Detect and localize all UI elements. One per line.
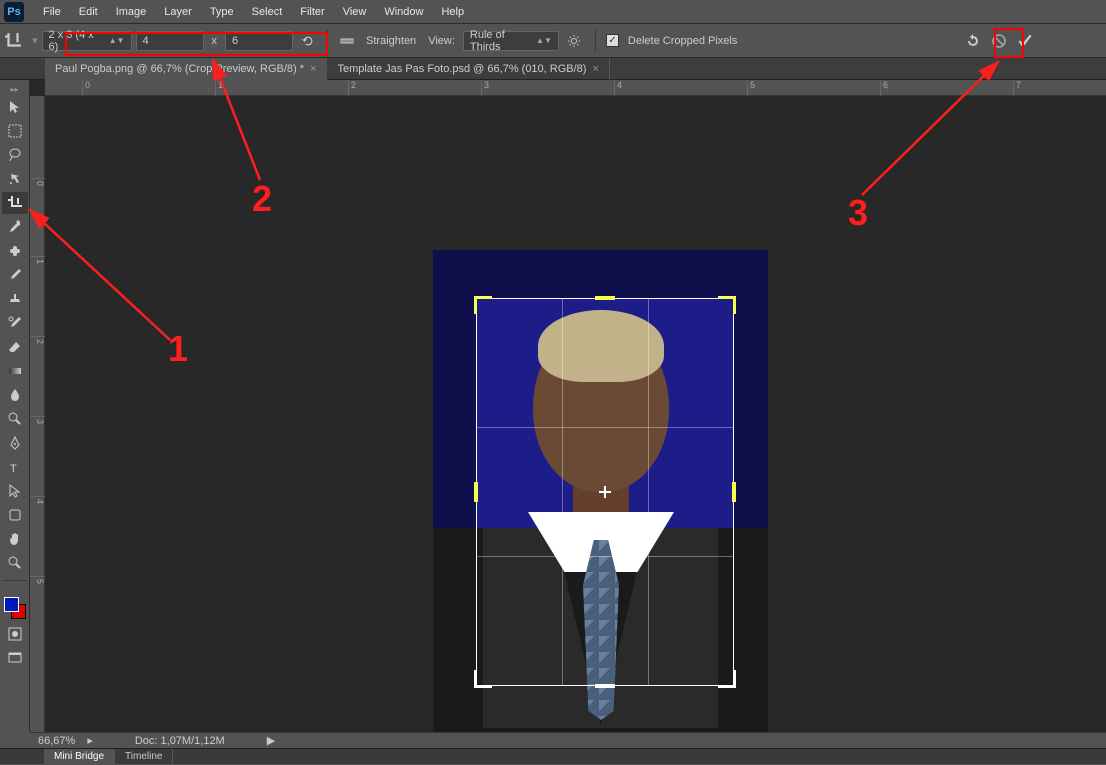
quick-mask-tool[interactable] [2,623,28,645]
menu-window[interactable]: Window [375,0,432,24]
crop-handle-bl[interactable] [474,670,492,688]
healing-brush-tool[interactable] [2,240,28,262]
crop-width-field[interactable]: 4 [136,31,204,51]
canvas-workarea[interactable] [30,80,1106,732]
history-brush-tool[interactable] [2,312,28,334]
menu-image[interactable]: Image [107,0,156,24]
zoom-level[interactable]: 66,67% [38,735,75,747]
dimension-separator: x [212,35,218,47]
straighten-icon[interactable] [336,30,358,52]
crop-center-icon [599,486,611,498]
hand-tool[interactable] [2,528,28,550]
svg-text:T: T [10,463,17,475]
dodge-tool[interactable] [2,408,28,430]
type-tool[interactable]: T [2,456,28,478]
foreground-color-swatch[interactable] [4,597,19,612]
crop-tool[interactable] [2,192,28,214]
crop-handle-l[interactable] [474,482,478,502]
doc-size: Doc: 1,07M/1,12M [135,735,225,747]
vertical-ruler: 0 1 2 3 4 5 [30,96,45,732]
brush-tool[interactable] [2,264,28,286]
crop-handle-t[interactable] [595,296,615,300]
tools-panel: ▸▸ T [0,80,30,732]
delete-cropped-checkbox[interactable] [606,34,619,47]
shape-tool[interactable] [2,504,28,526]
toolbar-expand-icon[interactable]: ▸▸ [1,84,29,94]
mini-bridge-tab[interactable]: Mini Bridge [44,749,115,765]
document-tab-2[interactable]: Template Jas Pas Foto.psd @ 66,7% (010, … [327,58,609,80]
options-bar: ▾ 2 x 3 (4 x 6) ▲▼ 4 x 6 Straighten View… [0,24,1106,58]
screen-mode-tool[interactable] [2,647,28,669]
menu-type[interactable]: Type [201,0,243,24]
clear-aspect-button[interactable] [297,30,319,52]
menu-layer[interactable]: Layer [155,0,201,24]
crop-handle-tr[interactable] [718,296,736,314]
zoom-tool[interactable] [2,552,28,574]
expand-icon[interactable]: ▸ [87,734,93,747]
blur-tool[interactable] [2,384,28,406]
menu-bar: Ps File Edit Image Layer Type Select Fil… [0,0,1106,24]
crop-height-field[interactable]: 6 [225,31,293,51]
crop-preset-value: 2 x 3 (4 x 6) [49,29,101,53]
timeline-tab[interactable]: Timeline [115,749,173,765]
view-overlay-dropdown[interactable]: Rule of Thirds ▲▼ [463,31,559,51]
move-tool[interactable] [2,96,28,118]
document-canvas[interactable] [433,250,768,754]
eraser-tool[interactable] [2,336,28,358]
commit-crop-button[interactable] [1014,30,1036,52]
bottom-panel-bar: Mini Bridge Timeline [0,748,1106,764]
menu-edit[interactable]: Edit [70,0,107,24]
close-icon[interactable]: × [310,63,316,75]
eyedropper-tool[interactable] [2,216,28,238]
menu-select[interactable]: Select [243,0,292,24]
clone-stamp-tool[interactable] [2,288,28,310]
color-swatches[interactable] [2,595,28,621]
gradient-tool[interactable] [2,360,28,382]
view-label: View: [428,35,455,47]
crop-options-gear[interactable] [563,30,585,52]
close-icon[interactable]: × [592,63,598,75]
menu-view[interactable]: View [334,0,376,24]
horizontal-ruler: 0 1 2 3 4 5 6 7 [45,80,1106,96]
crop-handle-r[interactable] [732,482,736,502]
document-tab-1[interactable]: Paul Pogba.png @ 66,7% (Crop Preview, RG… [45,58,327,80]
status-bar: 66,67% ▸ Doc: 1,07M/1,12M ▶ [30,732,1106,748]
straighten-label[interactable]: Straighten [366,35,416,47]
crop-overlay[interactable] [476,298,734,686]
cancel-crop-button[interactable] [988,30,1010,52]
document-tab-bar: Paul Pogba.png @ 66,7% (Crop Preview, RG… [0,58,1106,80]
quick-select-tool[interactable] [2,168,28,190]
reset-crop-button[interactable] [962,30,984,52]
crop-preset-dropdown[interactable]: 2 x 3 (4 x 6) ▲▼ [42,31,132,51]
menu-file[interactable]: File [34,0,70,24]
menu-help[interactable]: Help [432,0,473,24]
delete-cropped-label: Delete Cropped Pixels [628,35,737,47]
marquee-tool[interactable] [2,120,28,142]
crop-handle-br[interactable] [718,670,736,688]
chevron-right-icon[interactable]: ▶ [267,734,275,747]
lasso-tool[interactable] [2,144,28,166]
pen-tool[interactable] [2,432,28,454]
crop-handle-tl[interactable] [474,296,492,314]
menu-filter[interactable]: Filter [291,0,333,24]
crop-tool-icon[interactable] [4,32,22,50]
path-select-tool[interactable] [2,480,28,502]
app-logo: Ps [4,2,24,22]
crop-handle-b[interactable] [595,684,615,688]
